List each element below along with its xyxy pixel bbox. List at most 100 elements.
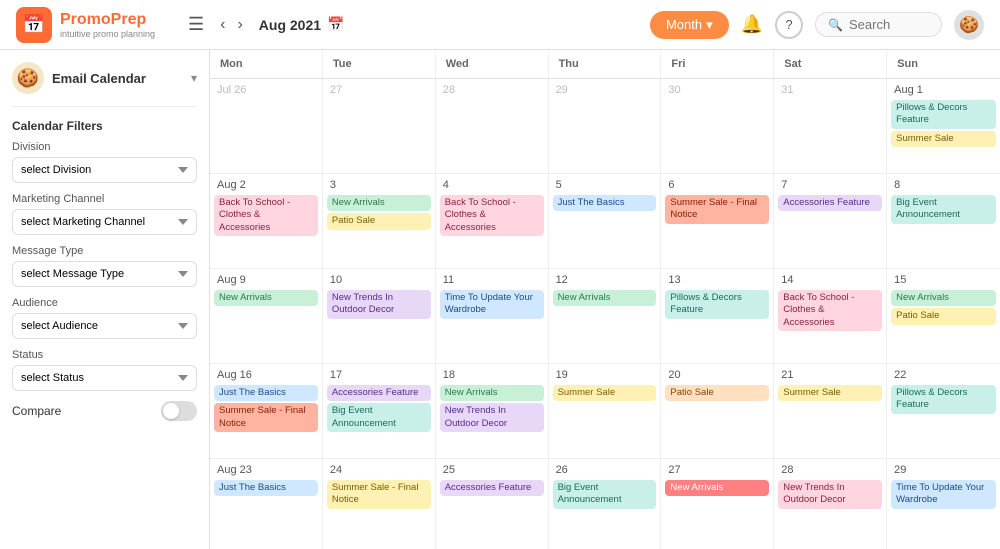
event-pill[interactable]: Patio Sale [327,213,431,229]
event-pill[interactable]: New Arrivals [891,290,996,306]
event-pill[interactable]: Big Event Announcement [891,195,996,224]
event-pill[interactable]: Back To School - Clothes & Accessories [214,195,318,236]
sidebar: 🍪 Email Calendar ▾ Calendar Filters Divi… [0,50,210,549]
date-number: 21 [778,368,882,382]
event-pill[interactable]: New Arrivals [327,195,431,211]
date-number: 30 [665,83,769,97]
event-pill[interactable]: Summer Sale [891,131,996,147]
status-label: Status [12,349,197,361]
date-number: 17 [327,368,431,382]
day-header-wed: Wed [436,50,549,78]
date-number: 12 [553,273,657,287]
cal-cell: 27 [323,79,436,174]
cal-cell: 7 Accessories Feature [774,174,887,269]
event-pill[interactable]: New Arrivals [553,290,657,306]
search-box[interactable]: 🔍 [815,12,942,37]
bell-button[interactable]: 🔔 [741,14,763,35]
date-number: 27 [327,83,431,97]
cal-cell: Aug 1Pillows & Decors FeatureSummer Sale [887,79,1000,174]
event-pill[interactable]: New Arrivals [665,480,769,496]
event-pill[interactable]: Back To School - Clothes & Accessories [778,290,882,331]
event-pill[interactable]: Summer Sale [778,385,882,401]
compare-row: Compare [12,401,197,421]
menu-icon[interactable]: ☰ [188,14,204,35]
filters-heading: Calendar Filters [12,119,197,133]
nav-forward-button[interactable]: › [233,14,246,36]
status-select[interactable]: select Status [12,365,197,391]
date-number: 11 [440,273,544,287]
nav-back-button[interactable]: ‹ [216,14,229,36]
message-type-select[interactable]: select Message Type [12,261,197,287]
sidebar-title: Email Calendar [52,71,183,86]
cal-cell: Aug 9New Arrivals [210,269,323,364]
event-pill[interactable]: Back To School - Clothes & Accessories [440,195,544,236]
day-header-fri: Fri [661,50,774,78]
date-number: 6 [665,178,769,192]
sidebar-header[interactable]: 🍪 Email Calendar ▾ [12,62,197,107]
audience-select[interactable]: select Audience [12,313,197,339]
date-number: 19 [553,368,657,382]
date-number: 8 [891,178,996,192]
event-pill[interactable]: Accessories Feature [327,385,431,401]
event-pill[interactable]: Accessories Feature [778,195,882,211]
event-pill[interactable]: Summer Sale - Final Notice [665,195,769,224]
event-pill[interactable]: Accessories Feature [440,480,544,496]
date-number: Aug 23 [214,463,318,477]
event-pill[interactable]: Big Event Announcement [553,480,657,509]
cal-cell: 11 Time To Update Your Wardrobe [436,269,549,364]
avatar[interactable]: 🍪 [954,10,984,40]
date-number: 24 [327,463,431,477]
main: 🍪 Email Calendar ▾ Calendar Filters Divi… [0,50,1000,549]
event-pill[interactable]: Summer Sale - Final Notice [214,403,318,432]
toggle-knob [163,403,179,419]
day-header-mon: Mon [210,50,323,78]
event-pill[interactable]: Patio Sale [665,385,769,401]
cal-cell: 4Back To School - Clothes & Accessories [436,174,549,269]
search-input[interactable] [849,17,929,32]
event-pill[interactable]: New Arrivals [440,385,544,401]
header: 📅 PromoPrep intuitive promo planning ☰ ‹… [0,0,1000,50]
division-select[interactable]: select Division [12,157,197,183]
event-pill[interactable]: New Trends In Outdoor Decor [327,290,431,319]
event-pill[interactable]: Pillows & Decors Feature [891,385,996,414]
cal-cell: 31 [774,79,887,174]
event-pill[interactable]: Time To Update Your Wardrobe [440,290,544,319]
calendar-grid: Jul 262728293031Aug 1Pillows & Decors Fe… [210,79,1000,549]
event-pill[interactable]: Summer Sale - Final Notice [327,480,431,509]
date-number: Aug 16 [214,368,318,382]
help-button[interactable]: ? [775,11,803,39]
event-pill[interactable]: Summer Sale [553,385,657,401]
event-pill[interactable]: Just The Basics [214,480,318,496]
event-pill[interactable]: New Trends In Outdoor Decor [778,480,882,509]
month-view-button[interactable]: Month ▾ [650,11,729,39]
date-number: 22 [891,368,996,382]
day-header-sat: Sat [774,50,887,78]
date-number: 31 [778,83,882,97]
date-number: 7 [778,178,882,192]
message-type-section: Message Type select Message Type [12,245,197,287]
cal-cell: 26Big Event Announcement [549,459,662,549]
event-pill[interactable]: Big Event Announcement [327,403,431,432]
date-number: 13 [665,273,769,287]
event-pill[interactable]: New Arrivals [214,290,318,306]
audience-section: Audience select Audience [12,297,197,339]
event-pill[interactable]: Time To Update Your Wardrobe [891,480,996,509]
cal-cell: Jul 26 [210,79,323,174]
event-pill[interactable]: Just The Basics [553,195,657,211]
logo-area: 📅 PromoPrep intuitive promo planning [16,7,176,43]
event-pill[interactable]: Patio Sale [891,308,996,324]
event-pill[interactable]: Pillows & Decors Feature [665,290,769,319]
date-number: 27 [665,463,769,477]
date-number: 5 [553,178,657,192]
cal-cell: 17 Accessories Feature Big Event Announcem… [323,364,436,459]
event-pill[interactable]: Just The Basics [214,385,318,401]
logo-tagline: intuitive promo planning [60,29,155,39]
status-section: Status select Status [12,349,197,391]
cal-cell: 29 [549,79,662,174]
compare-toggle[interactable] [161,401,197,421]
event-pill[interactable]: New Trends In Outdoor Decor [440,403,544,432]
marketing-channel-select[interactable]: select Marketing Channel [12,209,197,235]
cal-cell: 13 Pillows & Decors Feature [661,269,774,364]
marketing-channel-section: Marketing Channel select Marketing Chann… [12,193,197,235]
event-pill[interactable]: Pillows & Decors Feature [891,100,996,129]
